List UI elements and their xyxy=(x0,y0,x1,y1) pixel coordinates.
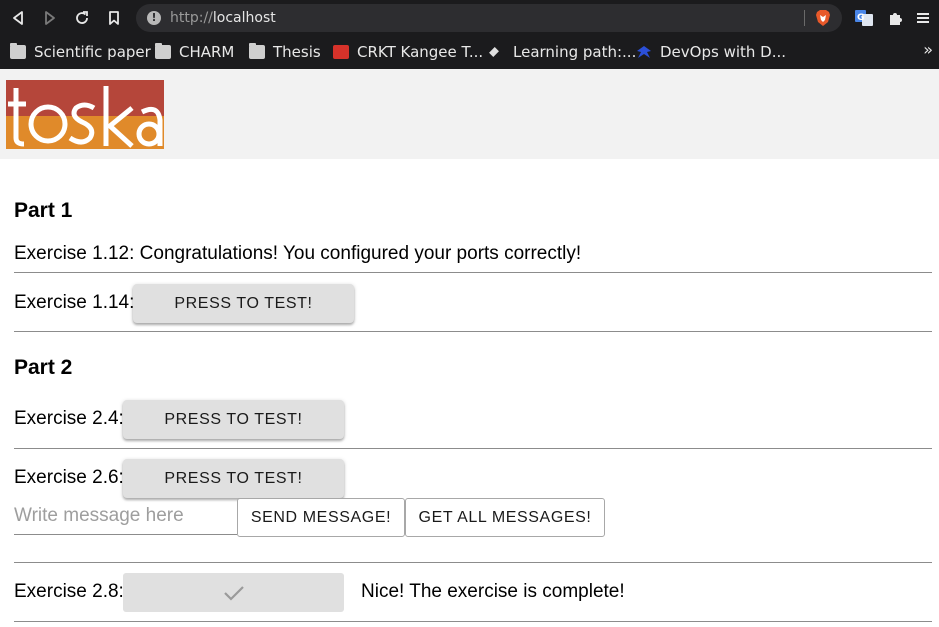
divider xyxy=(14,448,932,449)
bookmark-thesis[interactable]: Thesis xyxy=(249,40,321,64)
bookmark-label: Scientific paper xyxy=(34,43,151,61)
page-header xyxy=(0,69,939,159)
extensions-icon[interactable] xyxy=(886,8,906,28)
reload-icon[interactable] xyxy=(72,8,92,28)
exercise-2-8-complete-button[interactable] xyxy=(123,573,344,612)
divider xyxy=(14,562,932,563)
bookmark-label: Learning path:... xyxy=(513,43,637,61)
forward-icon[interactable] xyxy=(40,8,60,28)
part1-heading: Part 1 xyxy=(14,199,73,222)
checkmark-icon xyxy=(223,585,244,601)
exercise-2-4-label: Exercise 2.4: xyxy=(14,408,124,429)
toska-logo xyxy=(6,80,164,149)
exercise-1-14-test-button[interactable]: PRESS TO TEST! xyxy=(133,284,354,323)
brave-shield-icon[interactable] xyxy=(815,9,831,27)
address-bar[interactable]: ! http://localhost xyxy=(136,4,842,32)
bookmark-crkt[interactable]: CRKT Kangee T... xyxy=(333,40,483,64)
exercise-1-14-label: Exercise 1.14: xyxy=(14,292,135,313)
bookmark-icon[interactable] xyxy=(104,8,124,28)
send-message-button[interactable]: SEND MESSAGE! xyxy=(237,498,405,537)
bookmark-label: Thesis xyxy=(273,43,321,61)
site-info-icon[interactable]: ! xyxy=(147,11,161,25)
bookmark-scientific-paper[interactable]: Scientific paper xyxy=(10,40,151,64)
browser-toolbar: ! http://localhost G xyxy=(0,0,939,36)
bookmarks-bar: Scientific paper CHARM Thesis CRKT Kange… xyxy=(0,36,939,69)
url-scheme: http:// xyxy=(170,10,213,26)
folder-icon xyxy=(249,43,265,59)
exercise-2-6-test-button[interactable]: PRESS TO TEST! xyxy=(123,459,344,498)
url-separator xyxy=(804,10,805,26)
url-text: http://localhost xyxy=(170,10,276,26)
translate-icon[interactable]: G xyxy=(854,8,874,28)
exercise-2-8-label: Exercise 2.8: xyxy=(14,581,124,602)
back-icon[interactable] xyxy=(8,8,28,28)
bookmark-charm[interactable]: CHARM xyxy=(155,40,234,64)
exercise-2-4-test-button[interactable]: PRESS TO TEST! xyxy=(123,400,344,439)
divider xyxy=(14,621,932,622)
bookmark-label: CRKT Kangee T... xyxy=(357,43,484,61)
crkt-favicon xyxy=(333,45,349,59)
more-bookmarks-icon[interactable]: » xyxy=(923,40,933,59)
bookmark-learning-path[interactable]: Learning path:... xyxy=(487,40,636,64)
bookmark-devops[interactable]: DevOps with D... xyxy=(636,40,786,64)
get-all-messages-button[interactable]: GET ALL MESSAGES! xyxy=(405,498,605,537)
exercise-1-12-text: Exercise 1.12: Congratulations! You conf… xyxy=(14,243,582,264)
divider xyxy=(14,272,932,273)
message-input[interactable] xyxy=(14,498,237,535)
devops-favicon xyxy=(637,46,651,58)
menu-icon[interactable] xyxy=(913,8,933,28)
url-host: localhost xyxy=(212,10,276,26)
exercise-2-6-label: Exercise 2.6: xyxy=(14,467,124,488)
divider xyxy=(14,331,932,332)
bookmark-label: DevOps with D... xyxy=(660,43,787,61)
learning-favicon xyxy=(489,47,499,57)
exercise-2-8-status: Nice! The exercise is complete! xyxy=(361,581,625,602)
folder-icon xyxy=(155,43,171,59)
bookmark-label: CHARM xyxy=(179,43,235,61)
folder-icon xyxy=(10,43,26,59)
svg-text:G: G xyxy=(857,13,864,23)
part2-heading: Part 2 xyxy=(14,356,73,379)
